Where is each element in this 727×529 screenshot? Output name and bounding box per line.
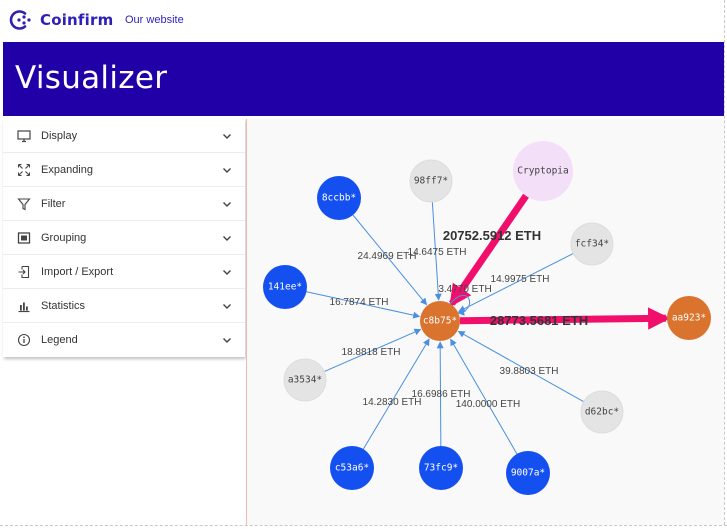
node-label: Cryptopia	[517, 166, 568, 177]
chevron-down-icon	[223, 134, 231, 139]
graph-node-73fc9[interactable]: 73fc9*	[419, 446, 463, 490]
sidebar-item-display[interactable]: Display	[3, 119, 245, 153]
sidebar-item-grouping[interactable]: Grouping	[3, 221, 245, 255]
monitor-icon	[17, 129, 31, 143]
sidebar-item-filter[interactable]: Filter	[3, 187, 245, 221]
edge-label: 140.0000 ETH	[456, 399, 521, 410]
info-icon	[17, 333, 31, 347]
frame-border-bottom	[0, 525, 727, 526]
brand-name: Coinfirm	[40, 11, 114, 29]
node-label: 73fc9*	[424, 463, 458, 474]
graph-node-a3534[interactable]: a3534*	[283, 358, 327, 402]
graph-node-c8b75[interactable]: c8b75*	[420, 301, 460, 341]
transaction-graph[interactable]: 20752.5912 ETH28773.5681 ETH24.4969 ETH1…	[247, 119, 725, 525]
statistics-chart-icon	[17, 299, 31, 313]
node-label: c53a6*	[335, 463, 369, 474]
our-website-link[interactable]: Our website	[125, 14, 184, 26]
filter-icon	[17, 197, 31, 211]
graph-node-98ff7[interactable]: 98ff7*	[409, 159, 453, 203]
chevron-down-icon	[223, 270, 231, 275]
node-label: d62bc*	[585, 407, 619, 418]
node-label: c8b75*	[423, 316, 457, 327]
edge-label: 20752.5912 ETH	[443, 228, 541, 243]
expand-arrows-icon	[17, 163, 31, 177]
page-banner: Visualizer	[3, 42, 724, 116]
chevron-down-icon	[223, 304, 231, 309]
edge-label: 16.7874 ETH	[330, 297, 389, 308]
graph-canvas[interactable]: 20752.5912 ETH 28773.5681 ETH 24.4969 ETH 1…	[246, 119, 724, 525]
node-label: fcf34*	[575, 239, 609, 250]
sidebar-item-statistics[interactable]: Statistics	[3, 289, 245, 323]
chevron-down-icon	[223, 202, 231, 207]
chevron-down-icon	[223, 236, 231, 241]
sidebar-item-label: Statistics	[41, 299, 86, 312]
graph-node-8ccbb[interactable]: 8ccbb*	[317, 176, 361, 220]
edge-label: 14.6475 ETH	[408, 247, 467, 258]
graph-node-141ee[interactable]: 141ee*	[263, 265, 307, 309]
sidebar-item-label: Expanding	[41, 163, 93, 176]
node-label: 9007a*	[511, 468, 545, 479]
node-label: 98ff7*	[414, 176, 448, 187]
chevron-down-icon	[223, 338, 231, 343]
sidebar-item-label: Import / Export	[41, 265, 114, 278]
sidebar-item-label: Legend	[41, 334, 78, 346]
brand[interactable]: Coinfirm	[8, 8, 113, 32]
sidebar-item-label: Filter	[41, 197, 66, 210]
coinfirm-logo-icon	[9, 10, 31, 30]
graph-node-9007a[interactable]: 9007a*	[506, 451, 550, 495]
node-label: aa923*	[672, 313, 706, 324]
node-label: a3534*	[288, 375, 322, 386]
sidebar: Display Expanding Filter Grouping Import…	[3, 119, 245, 357]
grouping-icon	[17, 231, 31, 245]
sidebar-item-expanding[interactable]: Expanding	[3, 153, 245, 187]
graph-node-d62bc[interactable]: d62bc*	[580, 390, 624, 434]
top-bar: Coinfirm Our website	[0, 0, 727, 42]
frame-border-right	[724, 0, 725, 525]
page-title: Visualizer	[15, 60, 168, 96]
sidebar-item-label: Grouping	[41, 231, 87, 244]
node-label: 8ccbb*	[322, 193, 356, 204]
graph-node-c53a6[interactable]: c53a6*	[330, 446, 374, 490]
graph-node-aa923[interactable]: aa923*	[667, 296, 711, 340]
sidebar-item-import-export[interactable]: Import / Export	[3, 255, 245, 289]
edge-label: 3.4770 ETH	[438, 284, 491, 295]
edge-label: 39.8803 ETH	[500, 366, 559, 377]
edge-label: 14.9975 ETH	[491, 274, 550, 285]
edge-label: 18.8818 ETH	[342, 347, 401, 358]
node-label: 141ee*	[268, 282, 302, 293]
edge-label: 28773.5681 ETH	[490, 313, 588, 328]
import-export-icon	[17, 265, 31, 279]
graph-node-fcf34[interactable]: fcf34*	[570, 222, 614, 266]
sidebar-item-label: Display	[41, 129, 78, 142]
chevron-down-icon	[223, 168, 231, 173]
graph-node-cryptopia[interactable]: Cryptopia	[513, 141, 573, 201]
sidebar-item-legend[interactable]: Legend	[3, 323, 245, 357]
